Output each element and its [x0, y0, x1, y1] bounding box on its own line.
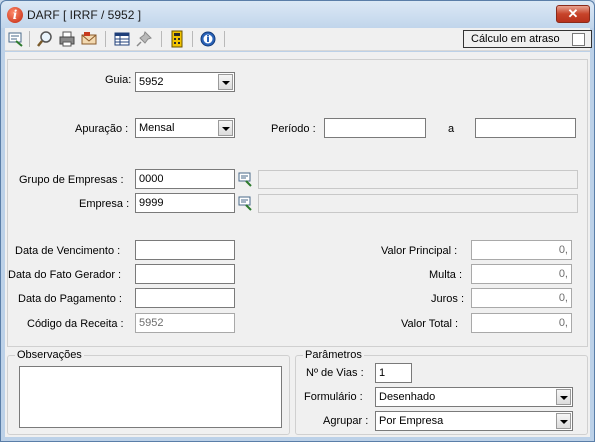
empresa-label: Empresa : [79, 198, 130, 210]
toolbar-separator [105, 31, 106, 47]
valor-principal-label: Valor Principal : [381, 245, 458, 257]
valor-total-input[interactable]: 0, [471, 313, 572, 333]
data-fato-gerador-input[interactable] [135, 264, 235, 284]
checkbox-box[interactable] [572, 33, 585, 46]
guia-label: Guia: [105, 74, 132, 86]
vias-input[interactable]: 1 [375, 363, 412, 383]
valor-total-label: Valor Total : [401, 318, 459, 330]
app-logo-icon: i [7, 7, 23, 23]
empresa-description [258, 194, 578, 213]
observacoes-legend: Observações [15, 349, 84, 361]
toolbar-separator [29, 31, 30, 47]
apuracao-select[interactable]: Mensal [135, 118, 235, 138]
form-content: Guia: 5952 Apuração : Mensal Período : a… [5, 52, 590, 437]
chevron-down-icon[interactable] [218, 120, 233, 136]
periodo-separator: a [448, 123, 455, 135]
multa-label: Multa : [429, 269, 463, 281]
chevron-down-icon[interactable] [556, 389, 571, 405]
formulario-value: Desenhado [379, 391, 436, 403]
calculo-em-atraso-checkbox[interactable]: Cálculo em atraso [463, 30, 592, 48]
data-fato-gerador-label: Data do Fato Gerador : [8, 269, 122, 281]
periodo-label: Período : [271, 123, 316, 135]
valor-principal-input[interactable]: 0, [471, 240, 572, 260]
data-pagamento-label: Data do Pagamento : [18, 293, 122, 305]
table-icon[interactable] [113, 30, 131, 48]
toolbar-separator [192, 31, 193, 47]
codigo-receita-input: 5952 [135, 313, 235, 333]
apuracao-value: Mensal [139, 122, 175, 134]
vias-label: Nº de Vias : [306, 367, 364, 379]
toolbar-separator [161, 31, 162, 47]
grupo-empresas-description [258, 170, 578, 189]
calculator-icon[interactable] [168, 30, 186, 48]
chevron-down-icon[interactable] [218, 74, 233, 90]
chevron-down-icon[interactable] [556, 413, 571, 429]
formulario-label: Formulário : [304, 391, 363, 403]
info-icon[interactable] [199, 30, 217, 48]
guia-select[interactable]: 5952 [135, 72, 235, 92]
empresa-input[interactable]: 9999 [135, 193, 235, 213]
multa-input[interactable]: 0, [471, 264, 572, 284]
search-icon[interactable] [36, 30, 54, 48]
grupo-empresas-label: Grupo de Empresas : [19, 174, 124, 186]
apuracao-label: Apuração : [75, 123, 129, 135]
data-vencimento-label: Data de Vencimento : [15, 245, 121, 257]
lookup-icon[interactable] [238, 171, 254, 187]
email-icon[interactable] [80, 30, 98, 48]
pin-icon[interactable] [135, 30, 153, 48]
parametros-legend: Parâmetros [303, 349, 364, 361]
toolbar-separator [224, 31, 225, 47]
agrupar-label: Agrupar : [323, 415, 369, 427]
data-pagamento-input[interactable] [135, 288, 235, 308]
lookup-icon[interactable] [7, 30, 25, 48]
data-vencimento-input[interactable] [135, 240, 235, 260]
periodo-from-input[interactable] [324, 118, 426, 138]
window-title: DARF [ IRRF / 5952 ] [27, 8, 142, 22]
toolbar: Cálculo em atraso [5, 28, 592, 51]
observacoes-textarea[interactable] [19, 366, 282, 428]
print-icon[interactable] [58, 30, 76, 48]
calculo-em-atraso-label: Cálculo em atraso [471, 33, 560, 45]
agrupar-select[interactable]: Por Empresa [375, 411, 573, 431]
guia-value: 5952 [139, 76, 164, 88]
periodo-to-input[interactable] [475, 118, 576, 138]
title-bar[interactable]: i DARF [ IRRF / 5952 ] ✕ [1, 1, 594, 28]
agrupar-value: Por Empresa [379, 415, 444, 427]
darf-window: i DARF [ IRRF / 5952 ] ✕ Cálculo em atra… [0, 0, 595, 442]
grupo-empresas-input[interactable]: 0000 [135, 169, 235, 189]
close-button[interactable]: ✕ [556, 5, 590, 23]
juros-label: Juros : [431, 293, 465, 305]
lookup-icon[interactable] [238, 195, 254, 211]
formulario-select[interactable]: Desenhado [375, 387, 573, 407]
juros-input[interactable]: 0, [471, 288, 572, 308]
codigo-receita-label: Código da Receita : [27, 318, 124, 330]
